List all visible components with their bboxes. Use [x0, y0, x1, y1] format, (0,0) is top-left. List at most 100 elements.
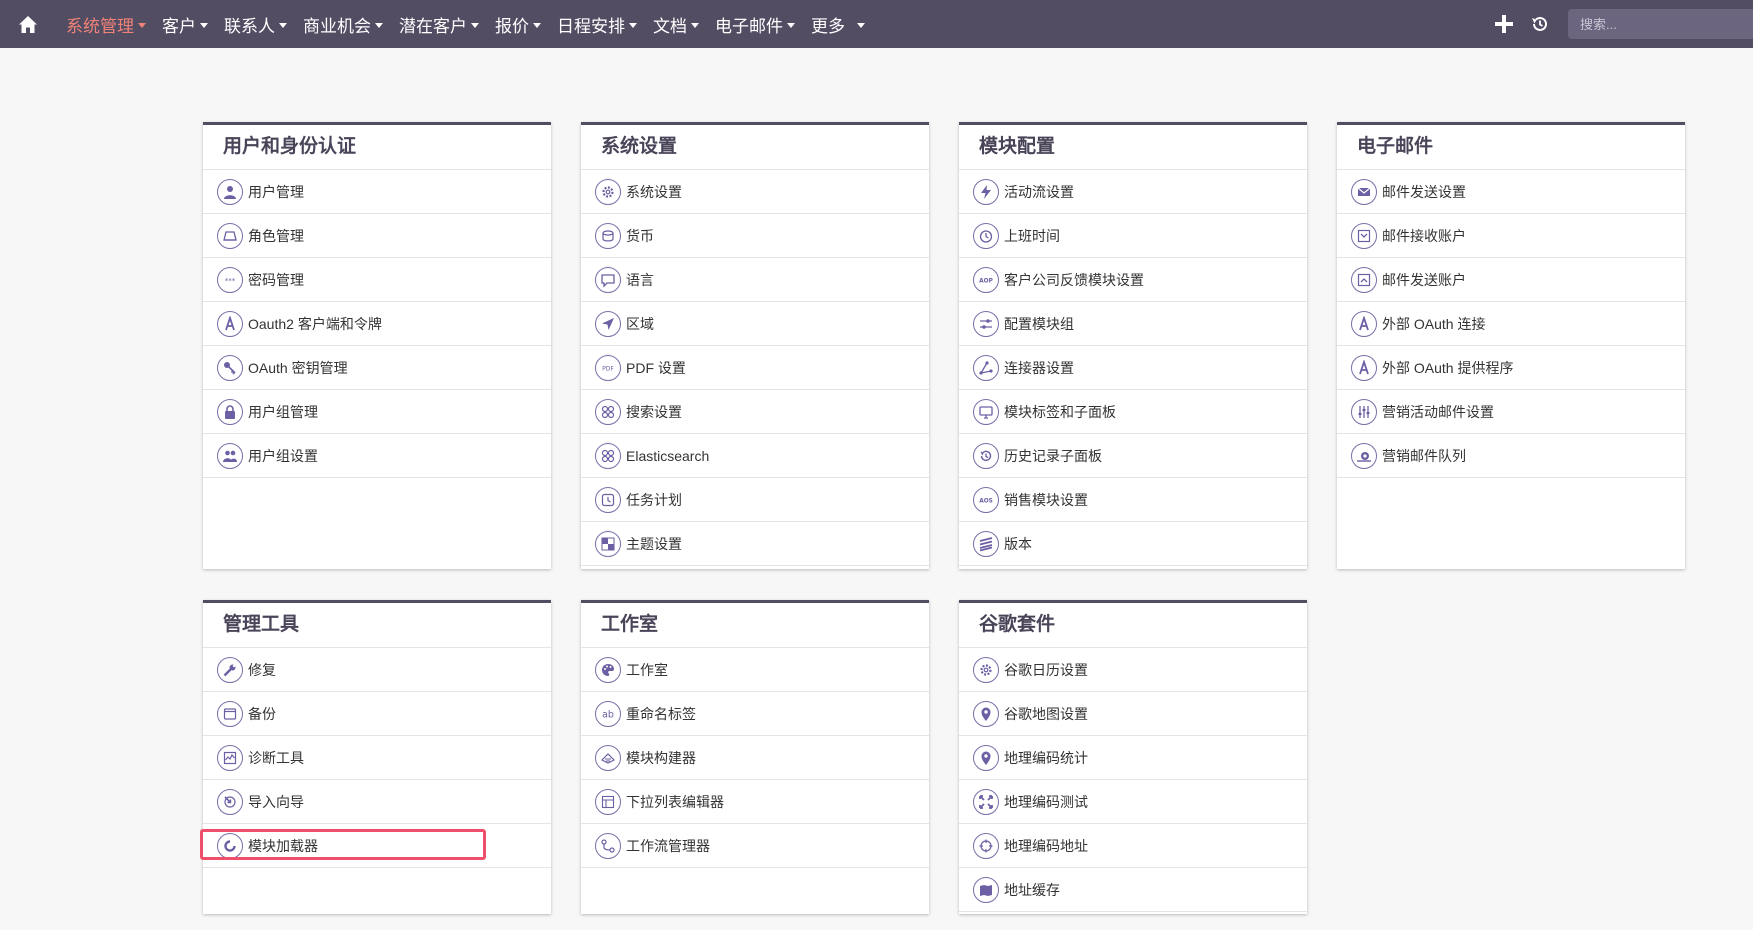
- link-activity-stream[interactable]: 活动流设置: [959, 170, 1307, 214]
- panel-admin-tools: 管理工具 修复 备份 诊断工具 导入向导 模块加载器: [203, 600, 551, 914]
- layers-icon: [973, 530, 999, 557]
- quick-create-button[interactable]: [1486, 0, 1522, 48]
- link-address-cache[interactable]: 地址缓存: [959, 868, 1307, 912]
- link-oauth2-clients[interactable]: Oauth2 客户端和令牌: [203, 302, 551, 346]
- link-external-oauth-providers[interactable]: 外部 OAuth 提供程序: [1337, 346, 1685, 390]
- link-repair[interactable]: 修复: [203, 648, 551, 692]
- link-role-management[interactable]: 角色管理: [203, 214, 551, 258]
- wrench-icon: [217, 656, 243, 683]
- link-rename-modules[interactable]: ab 重命名标签: [581, 692, 929, 736]
- workflow-icon: [595, 832, 621, 859]
- nav-calendar[interactable]: 日程安排: [557, 0, 637, 48]
- nav-quotes[interactable]: 报价: [495, 0, 541, 48]
- link-backups[interactable]: 备份: [203, 692, 551, 736]
- history-icon: [973, 442, 999, 469]
- panel-google-suite: 谷歌套件 谷歌日历设置 谷歌地图设置 地理编码统计 地理编码测试 地理编码地址 …: [959, 600, 1307, 914]
- link-elasticsearch[interactable]: Elasticsearch: [581, 434, 929, 478]
- crosshair-icon: [973, 832, 999, 859]
- link-releases[interactable]: 版本: [959, 522, 1307, 566]
- nav-leads[interactable]: 潜在客户: [399, 0, 479, 48]
- link-studio[interactable]: 工作室: [581, 648, 929, 692]
- navbar-right: [1486, 0, 1753, 48]
- builder-icon: [595, 744, 621, 771]
- svg-text:ab: ab: [602, 709, 614, 720]
- caret-down-icon: [691, 22, 699, 28]
- link-user-management[interactable]: 用户管理: [203, 170, 551, 214]
- link-languages[interactable]: 语言: [581, 258, 929, 302]
- nav-emails[interactable]: 电子邮件: [715, 0, 795, 48]
- link-password-management[interactable]: *** 密码管理: [203, 258, 551, 302]
- link-oauth-keys[interactable]: OAuth 密钥管理: [203, 346, 551, 390]
- panel-studio: 工作室 工作室 ab 重命名标签 模块构建器 下拉列表编辑器 工作流管理器: [581, 600, 929, 914]
- recently-viewed-button[interactable]: [1522, 0, 1558, 48]
- nav-contacts[interactable]: 联系人: [224, 0, 287, 48]
- nav-documents[interactable]: 文档: [653, 0, 699, 48]
- gear-icon: [595, 178, 621, 205]
- link-geocoding-test[interactable]: 地理编码测试: [959, 780, 1307, 824]
- link-outbound-email[interactable]: 邮件发送账户: [1337, 258, 1685, 302]
- link-import-wizard[interactable]: 导入向导: [203, 780, 551, 824]
- caret-down-icon: [279, 22, 287, 28]
- link-email-queue[interactable]: 营销邮件队列: [1337, 434, 1685, 478]
- nav-more[interactable]: 更多: [811, 0, 865, 48]
- user-icon: [217, 178, 243, 205]
- nav-admin[interactable]: 系统管理: [66, 0, 146, 48]
- nav-accounts[interactable]: 客户: [162, 0, 208, 48]
- link-security-groups[interactable]: 用户组管理: [203, 390, 551, 434]
- panel-module-config: 模块配置 活动流设置 上班时间 AOP 客户公司反馈模块设置 配置模块组 连接器…: [959, 122, 1307, 569]
- link-pdf-settings[interactable]: PDF PDF 设置: [581, 346, 929, 390]
- link-scheduler[interactable]: 任务计划: [581, 478, 929, 522]
- link-workflow-manager[interactable]: 工作流管理器: [581, 824, 929, 868]
- link-group-settings[interactable]: 用户组设置: [203, 434, 551, 478]
- link-history-subpanel[interactable]: 历史记录子面板: [959, 434, 1307, 478]
- link-diagnostic-tool[interactable]: 诊断工具: [203, 736, 551, 780]
- caret-down-icon: [787, 22, 795, 28]
- caret-down-icon: [471, 22, 479, 28]
- panel-title: 模块配置: [959, 125, 1307, 170]
- svg-text:PDF: PDF: [602, 365, 614, 372]
- link-aop-settings[interactable]: AOP 客户公司反馈模块设置: [959, 258, 1307, 302]
- lock-icon: [217, 398, 243, 425]
- panel-title: 谷歌套件: [959, 603, 1307, 648]
- link-system-settings[interactable]: 系统设置: [581, 170, 929, 214]
- snail-icon: [1351, 442, 1377, 469]
- expand-icon: [973, 788, 999, 815]
- link-theme-settings[interactable]: 主题设置: [581, 522, 929, 566]
- key-icon: [217, 354, 243, 381]
- link-module-tabs-subpanels[interactable]: 模块标签和子面板: [959, 390, 1307, 434]
- link-geocode-addresses[interactable]: 地理编码地址: [959, 824, 1307, 868]
- link-email-settings[interactable]: 邮件发送设置: [1337, 170, 1685, 214]
- link-google-maps-settings[interactable]: 谷歌地图设置: [959, 692, 1307, 736]
- link-module-loader[interactable]: 模块加载器: [203, 824, 551, 868]
- currency-icon: [595, 222, 621, 249]
- equalizer-icon: [1351, 398, 1377, 425]
- speech-icon: [595, 266, 621, 293]
- clock-icon: [973, 222, 999, 249]
- svg-text:AOP: AOP: [979, 278, 993, 284]
- link-inbound-email[interactable]: 邮件接收账户: [1337, 214, 1685, 258]
- search-input[interactable]: [1568, 9, 1753, 39]
- navigation-icon: [595, 310, 621, 337]
- aop-icon: AOP: [973, 266, 999, 293]
- link-google-calendar-settings[interactable]: 谷歌日历设置: [959, 648, 1307, 692]
- link-locale[interactable]: 区域: [581, 302, 929, 346]
- home-button[interactable]: [0, 0, 56, 48]
- link-geocoding-summary[interactable]: 地理编码统计: [959, 736, 1307, 780]
- link-campaign-email-settings[interactable]: 营销活动邮件设置: [1337, 390, 1685, 434]
- link-connectors[interactable]: 连接器设置: [959, 346, 1307, 390]
- link-module-groups[interactable]: 配置模块组: [959, 302, 1307, 346]
- link-search-settings[interactable]: 搜索设置: [581, 390, 929, 434]
- link-dropdown-editor[interactable]: 下拉列表编辑器: [581, 780, 929, 824]
- nav-opportunities[interactable]: 商业机会: [303, 0, 383, 48]
- link-business-hours[interactable]: 上班时间: [959, 214, 1307, 258]
- link-aos-settings[interactable]: AOS 销售模块设置: [959, 478, 1307, 522]
- link-module-builder[interactable]: 模块构建器: [581, 736, 929, 780]
- scheduler-icon: [595, 486, 621, 513]
- link-currencies[interactable]: 货币: [581, 214, 929, 258]
- panel-system: 系统设置 系统设置 货币 语言 区域 PDF PDF 设置 搜索设置 Elast…: [581, 122, 929, 569]
- import-icon: [217, 788, 243, 815]
- module-loader-icon: [217, 832, 243, 859]
- cache-icon: [973, 876, 999, 903]
- elasticsearch-icon: [595, 442, 621, 469]
- link-external-oauth-connections[interactable]: 外部 OAuth 连接: [1337, 302, 1685, 346]
